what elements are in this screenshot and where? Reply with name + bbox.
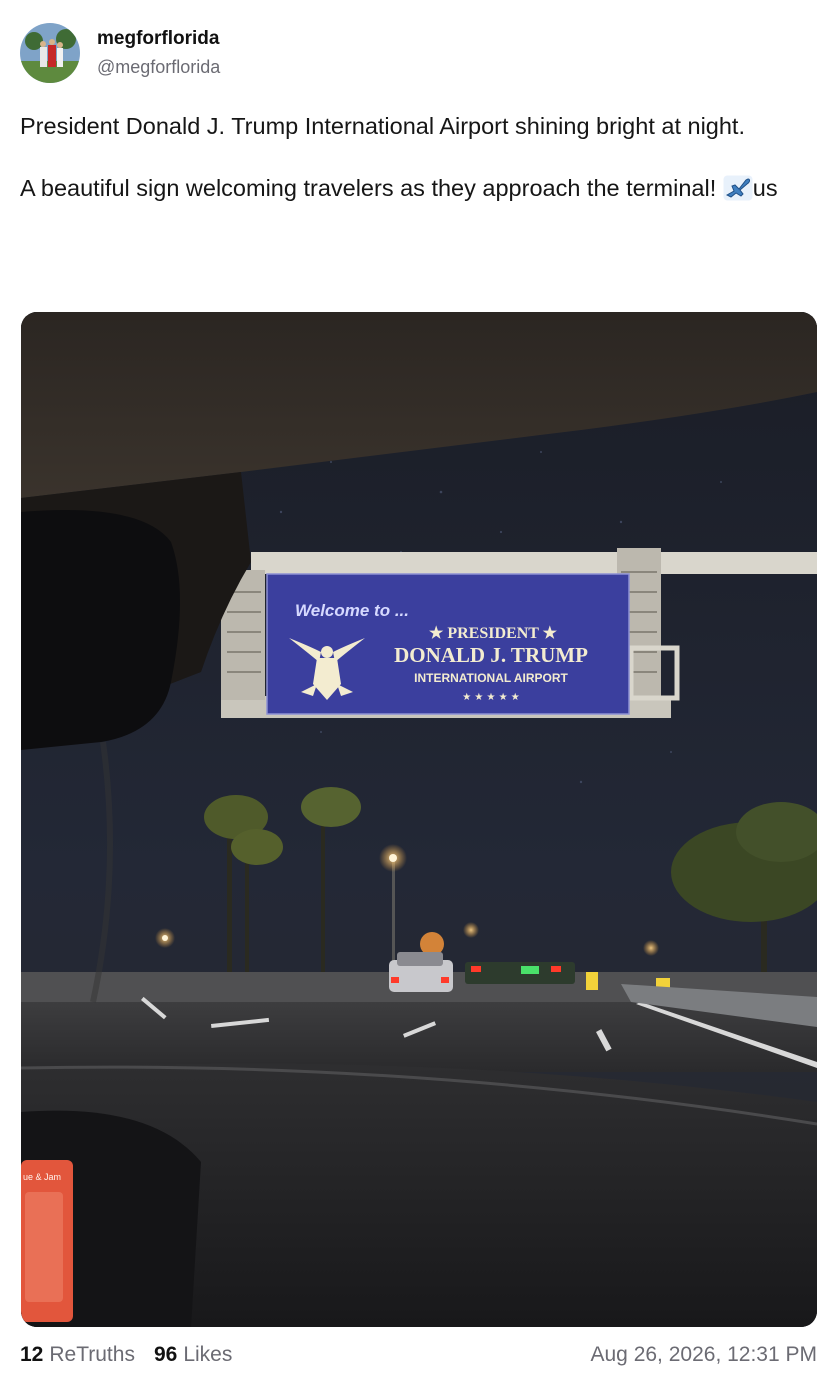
post-header: megforflorida @megforflorida <box>20 22 220 84</box>
sign-stars: ★ ★ ★ ★ ★ <box>462 692 520 703</box>
retruths-stat[interactable]: 12 ReTruths <box>20 1343 135 1367</box>
avatar[interactable] <box>20 23 80 83</box>
photo-rearview-mirror <box>21 510 180 750</box>
phone-screen-label: ue & Jam <box>23 1172 61 1182</box>
post-timestamp[interactable]: Aug 26, 2026, 12:31 PM <box>591 1343 818 1367</box>
post-photo[interactable]: Welcome to ... ★ PRESIDENT ★ DONALD J. T… <box>21 312 817 1327</box>
sign-line-1: ★ PRESIDENT ★ <box>429 625 558 642</box>
retruths-label: ReTruths <box>49 1343 135 1366</box>
likes-count: 96 <box>153 1343 178 1366</box>
user-handle[interactable]: @megforflorida <box>97 54 220 80</box>
sign-line-3: INTERNATIONAL AIRPORT <box>414 671 568 685</box>
likes-stat[interactable]: 96 Likes <box>154 1343 232 1367</box>
post-text-paragraph-2: A beautiful sign welcoming travelers as … <box>20 168 810 208</box>
post-footer: 12 ReTruths 96 Likes Aug 26, 2026, 12:31… <box>20 1336 817 1374</box>
flag-region-label: us <box>752 175 778 201</box>
post-body: President Donald J. Trump International … <box>20 106 810 208</box>
likes-label: Likes <box>183 1343 233 1366</box>
photo-airport-sign: Welcome to ... ★ PRESIDENT ★ DONALD J. T… <box>266 573 630 715</box>
display-name[interactable]: megforflorida <box>97 27 220 51</box>
airplane-icon <box>723 173 753 201</box>
post-text-paragraph-1: President Donald J. Trump International … <box>20 113 745 139</box>
post-text-main: A beautiful sign welcoming travelers as … <box>20 175 717 201</box>
sign-welcome-text: Welcome to ... <box>295 601 409 620</box>
photo-phone-screen: ue & Jam <box>21 1160 73 1322</box>
retruths-count: 12 <box>20 1343 44 1366</box>
sign-line-2: DONALD J. TRUMP <box>394 643 588 667</box>
